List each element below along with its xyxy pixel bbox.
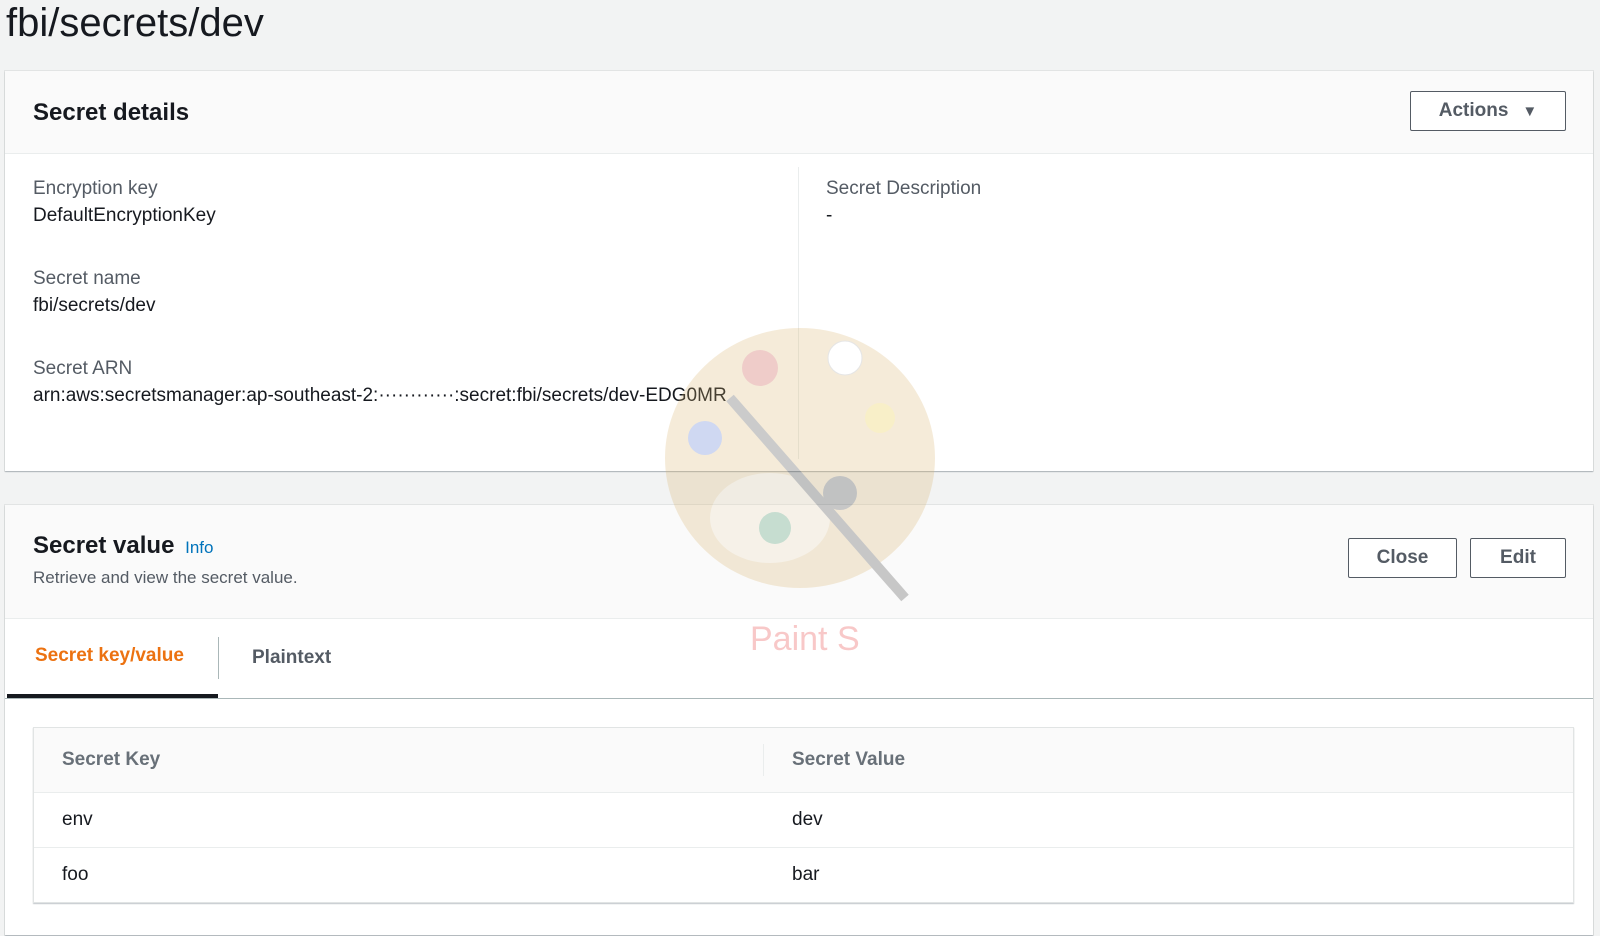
field-value: arn:aws:secretsmanager:ap-southeast-2:··… — [33, 385, 727, 406]
page-title: fbi/secrets/dev — [6, 1, 264, 45]
field-label: Secret Description — [826, 178, 982, 199]
table-row: foo bar — [34, 848, 1573, 903]
field-label: Encryption key — [33, 178, 158, 199]
edit-button[interactable]: Edit — [1470, 538, 1566, 578]
details-right-column: Secret Description - — [826, 159, 1566, 249]
tab-secret-key-value[interactable]: Secret key/value — [7, 618, 218, 698]
secret-details-panel: Secret details Actions ▼ Encryption key … — [5, 71, 1593, 471]
secret-value-title-text: Secret value — [33, 532, 175, 559]
field-secret-description: Secret Description - — [826, 159, 1566, 229]
secret-details-header: Secret details Actions ▼ — [5, 71, 1593, 154]
field-value: - — [826, 205, 833, 226]
caret-down-icon: ▼ — [1522, 102, 1538, 120]
table-row: env dev — [34, 792, 1573, 848]
secret-value-title: Secret value Info — [33, 532, 213, 560]
column-header-secret-key[interactable]: Secret Key — [34, 728, 764, 793]
tab-plaintext[interactable]: Plaintext — [218, 637, 378, 679]
info-link[interactable]: Info — [185, 538, 213, 557]
field-secret-arn: Secret ARN arn:aws:secretsmanager:ap-sou… — [33, 339, 793, 409]
secret-table: Secret Key Secret Value env dev foo bar — [33, 727, 1574, 903]
secret-details-title: Secret details — [33, 99, 190, 126]
secret-value-tabs: Secret key/value Plaintext — [5, 618, 1593, 699]
secret-key-cell: env — [34, 792, 764, 848]
field-secret-name: Secret name fbi/secrets/dev — [33, 249, 793, 319]
secret-value-cell: bar — [792, 864, 820, 885]
secret-value-subtitle: Retrieve and view the secret value. — [33, 568, 298, 587]
field-label: Secret ARN — [33, 358, 133, 379]
actions-dropdown-button[interactable]: Actions ▼ — [1410, 91, 1566, 131]
field-encryption-key: Encryption key DefaultEncryptionKey — [33, 159, 793, 229]
secret-key-cell: foo — [62, 864, 89, 885]
secret-value-cell: dev — [764, 792, 1573, 848]
details-left-column: Encryption key DefaultEncryptionKey Secr… — [33, 159, 793, 429]
close-button[interactable]: Close — [1348, 538, 1457, 578]
actions-label: Actions — [1438, 100, 1509, 121]
secret-value-panel: Secret value Info Retrieve and view the … — [5, 505, 1593, 935]
column-header-secret-value[interactable]: Secret Value — [764, 728, 1573, 793]
field-value: fbi/secrets/dev — [33, 295, 156, 316]
column-divider — [798, 167, 799, 459]
field-value: DefaultEncryptionKey — [33, 205, 216, 226]
secret-value-header: Secret value Info Retrieve and view the … — [5, 505, 1593, 619]
field-label: Secret name — [33, 268, 141, 289]
table-header-row: Secret Key Secret Value — [34, 728, 1573, 793]
